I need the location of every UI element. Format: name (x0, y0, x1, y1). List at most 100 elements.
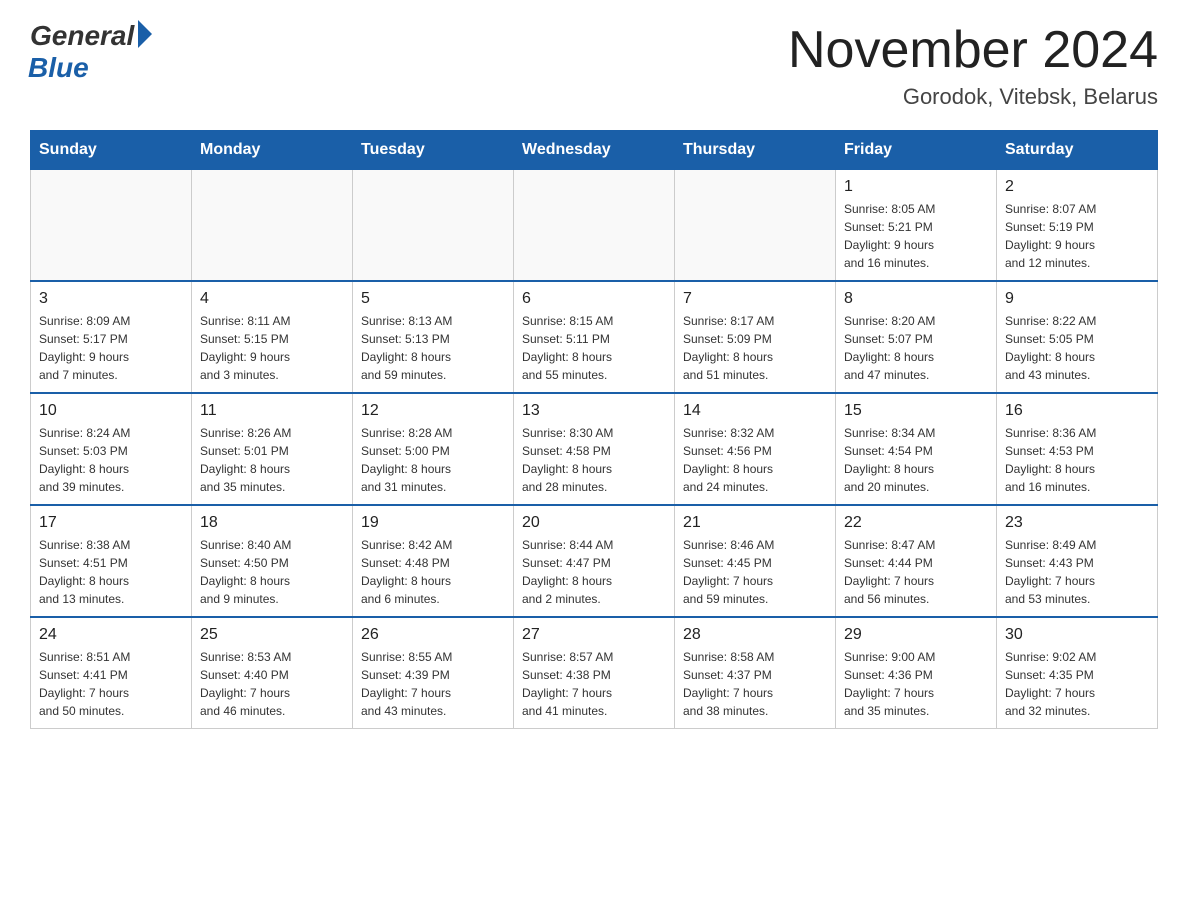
month-title: November 2024 (788, 20, 1158, 80)
calendar-cell (31, 170, 192, 282)
day-info: Sunrise: 9:00 AMSunset: 4:36 PMDaylight:… (844, 648, 988, 720)
day-number: 12 (361, 402, 505, 420)
day-info: Sunrise: 8:40 AMSunset: 4:50 PMDaylight:… (200, 536, 344, 608)
day-number: 16 (1005, 402, 1149, 420)
calendar-header-wednesday: Wednesday (514, 131, 675, 170)
day-number: 9 (1005, 290, 1149, 308)
day-info: Sunrise: 8:53 AMSunset: 4:40 PMDaylight:… (200, 648, 344, 720)
calendar-week-4: 17 Sunrise: 8:38 AMSunset: 4:51 PMDayligh… (31, 505, 1158, 617)
calendar-cell: 8 Sunrise: 8:20 AMSunset: 5:07 PMDaylight… (836, 281, 997, 393)
day-number: 27 (522, 626, 666, 644)
calendar-cell: 24Sunrise: 8:51 AMSunset: 4:41 PMDayligh… (31, 617, 192, 729)
day-number: 8 (844, 290, 988, 308)
calendar-cell: 12 Sunrise: 8:28 AMSunset: 5:00 PMDayligh… (353, 393, 514, 505)
day-number: 10 (39, 402, 183, 420)
calendar-cell: 28 Sunrise: 8:58 AMSunset: 4:37 PMDayligh… (675, 617, 836, 729)
day-info: Sunrise: 8:32 AMSunset: 4:56 PMDaylight:… (683, 424, 827, 496)
calendar-cell (353, 170, 514, 282)
day-number: 11 (200, 402, 344, 420)
calendar-cell: 4 Sunrise: 8:11 AMSunset: 5:15 PMDaylight… (192, 281, 353, 393)
calendar-cell: 14Sunrise: 8:32 AMSunset: 4:56 PMDayligh… (675, 393, 836, 505)
day-info: Sunrise: 8:42 AMSunset: 4:48 PMDaylight:… (361, 536, 505, 608)
day-number: 26 (361, 626, 505, 644)
day-number: 1 (844, 178, 988, 196)
calendar-header-friday: Friday (836, 131, 997, 170)
day-number: 25 (200, 626, 344, 644)
day-number: 24 (39, 626, 183, 644)
day-number: 7 (683, 290, 827, 308)
calendar-cell (675, 170, 836, 282)
calendar-cell: 26 Sunrise: 8:55 AMSunset: 4:39 PMDayligh… (353, 617, 514, 729)
day-info: Sunrise: 8:58 AMSunset: 4:37 PMDaylight:… (683, 648, 827, 720)
day-number: 20 (522, 514, 666, 532)
day-info: Sunrise: 8:49 AMSunset: 4:43 PMDaylight:… (1005, 536, 1149, 608)
day-number: 3 (39, 290, 183, 308)
calendar-cell: 23Sunrise: 8:49 AMSunset: 4:43 PMDayligh… (997, 505, 1158, 617)
day-info: Sunrise: 8:57 AMSunset: 4:38 PMDaylight:… (522, 648, 666, 720)
logo-triangle-icon (138, 20, 152, 48)
calendar-cell: 15 Sunrise: 8:34 AMSunset: 4:54 PMDayligh… (836, 393, 997, 505)
calendar-cell: 30 Sunrise: 9:02 AMSunset: 4:35 PMDayligh… (997, 617, 1158, 729)
logo-general-text: General (30, 20, 134, 52)
calendar-cell: 22Sunrise: 8:47 AMSunset: 4:44 PMDayligh… (836, 505, 997, 617)
calendar-cell: 1Sunrise: 8:05 AMSunset: 5:21 PMDaylight… (836, 170, 997, 282)
day-number: 18 (200, 514, 344, 532)
calendar-cell (514, 170, 675, 282)
calendar-cell: 7 Sunrise: 8:17 AMSunset: 5:09 PMDaylight… (675, 281, 836, 393)
calendar-header-sunday: Sunday (31, 131, 192, 170)
calendar-header-tuesday: Tuesday (353, 131, 514, 170)
day-info: Sunrise: 8:26 AMSunset: 5:01 PMDaylight:… (200, 424, 344, 496)
location: Gorodok, Vitebsk, Belarus (788, 84, 1158, 110)
day-number: 22 (844, 514, 988, 532)
calendar-week-2: 3Sunrise: 8:09 AMSunset: 5:17 PMDaylight… (31, 281, 1158, 393)
day-info: Sunrise: 8:38 AMSunset: 4:51 PMDaylight:… (39, 536, 183, 608)
calendar-week-1: 1Sunrise: 8:05 AMSunset: 5:21 PMDaylight… (31, 170, 1158, 282)
day-number: 5 (361, 290, 505, 308)
title-area: November 2024 Gorodok, Vitebsk, Belarus (788, 20, 1158, 110)
day-number: 30 (1005, 626, 1149, 644)
day-info: Sunrise: 9:02 AMSunset: 4:35 PMDaylight:… (1005, 648, 1149, 720)
calendar-cell: 3Sunrise: 8:09 AMSunset: 5:17 PMDaylight… (31, 281, 192, 393)
day-info: Sunrise: 8:34 AMSunset: 4:54 PMDaylight:… (844, 424, 988, 496)
day-number: 28 (683, 626, 827, 644)
day-number: 29 (844, 626, 988, 644)
day-info: Sunrise: 8:24 AMSunset: 5:03 PMDaylight:… (39, 424, 183, 496)
logo-blue-text: Blue (28, 52, 89, 84)
day-number: 4 (200, 290, 344, 308)
logo: General Blue (30, 20, 152, 84)
calendar-cell: 17 Sunrise: 8:38 AMSunset: 4:51 PMDayligh… (31, 505, 192, 617)
day-number: 19 (361, 514, 505, 532)
day-number: 13 (522, 402, 666, 420)
day-number: 2 (1005, 178, 1149, 196)
page-header: General Blue November 2024 Gorodok, Vite… (30, 20, 1158, 110)
day-info: Sunrise: 8:28 AMSunset: 5:00 PMDaylight:… (361, 424, 505, 496)
calendar-cell (192, 170, 353, 282)
day-info: Sunrise: 8:07 AMSunset: 5:19 PMDaylight:… (1005, 200, 1149, 272)
calendar-table: SundayMondayTuesdayWednesdayThursdayFrid… (30, 130, 1158, 729)
day-number: 17 (39, 514, 183, 532)
day-number: 6 (522, 290, 666, 308)
calendar-header-row: SundayMondayTuesdayWednesdayThursdayFrid… (31, 131, 1158, 170)
day-info: Sunrise: 8:30 AMSunset: 4:58 PMDaylight:… (522, 424, 666, 496)
calendar-header-thursday: Thursday (675, 131, 836, 170)
calendar-cell: 19 Sunrise: 8:42 AMSunset: 4:48 PMDayligh… (353, 505, 514, 617)
calendar-cell: 2 Sunrise: 8:07 AMSunset: 5:19 PMDaylight… (997, 170, 1158, 282)
calendar-cell: 9 Sunrise: 8:22 AMSunset: 5:05 PMDaylight… (997, 281, 1158, 393)
calendar-cell: 18 Sunrise: 8:40 AMSunset: 4:50 PMDayligh… (192, 505, 353, 617)
day-info: Sunrise: 8:20 AMSunset: 5:07 PMDaylight:… (844, 312, 988, 384)
day-info: Sunrise: 8:11 AMSunset: 5:15 PMDaylight:… (200, 312, 344, 384)
day-info: Sunrise: 8:55 AMSunset: 4:39 PMDaylight:… (361, 648, 505, 720)
calendar-week-5: 24Sunrise: 8:51 AMSunset: 4:41 PMDayligh… (31, 617, 1158, 729)
calendar-header-monday: Monday (192, 131, 353, 170)
calendar-cell: 16Sunrise: 8:36 AMSunset: 4:53 PMDayligh… (997, 393, 1158, 505)
calendar-cell: 27 Sunrise: 8:57 AMSunset: 4:38 PMDayligh… (514, 617, 675, 729)
day-info: Sunrise: 8:22 AMSunset: 5:05 PMDaylight:… (1005, 312, 1149, 384)
calendar-cell: 5Sunrise: 8:13 AMSunset: 5:13 PMDaylight… (353, 281, 514, 393)
calendar-cell: 20Sunrise: 8:44 AMSunset: 4:47 PMDayligh… (514, 505, 675, 617)
day-info: Sunrise: 8:17 AMSunset: 5:09 PMDaylight:… (683, 312, 827, 384)
calendar-header-saturday: Saturday (997, 131, 1158, 170)
day-number: 21 (683, 514, 827, 532)
day-info: Sunrise: 8:46 AMSunset: 4:45 PMDaylight:… (683, 536, 827, 608)
day-number: 15 (844, 402, 988, 420)
calendar-week-3: 10 Sunrise: 8:24 AMSunset: 5:03 PMDayligh… (31, 393, 1158, 505)
